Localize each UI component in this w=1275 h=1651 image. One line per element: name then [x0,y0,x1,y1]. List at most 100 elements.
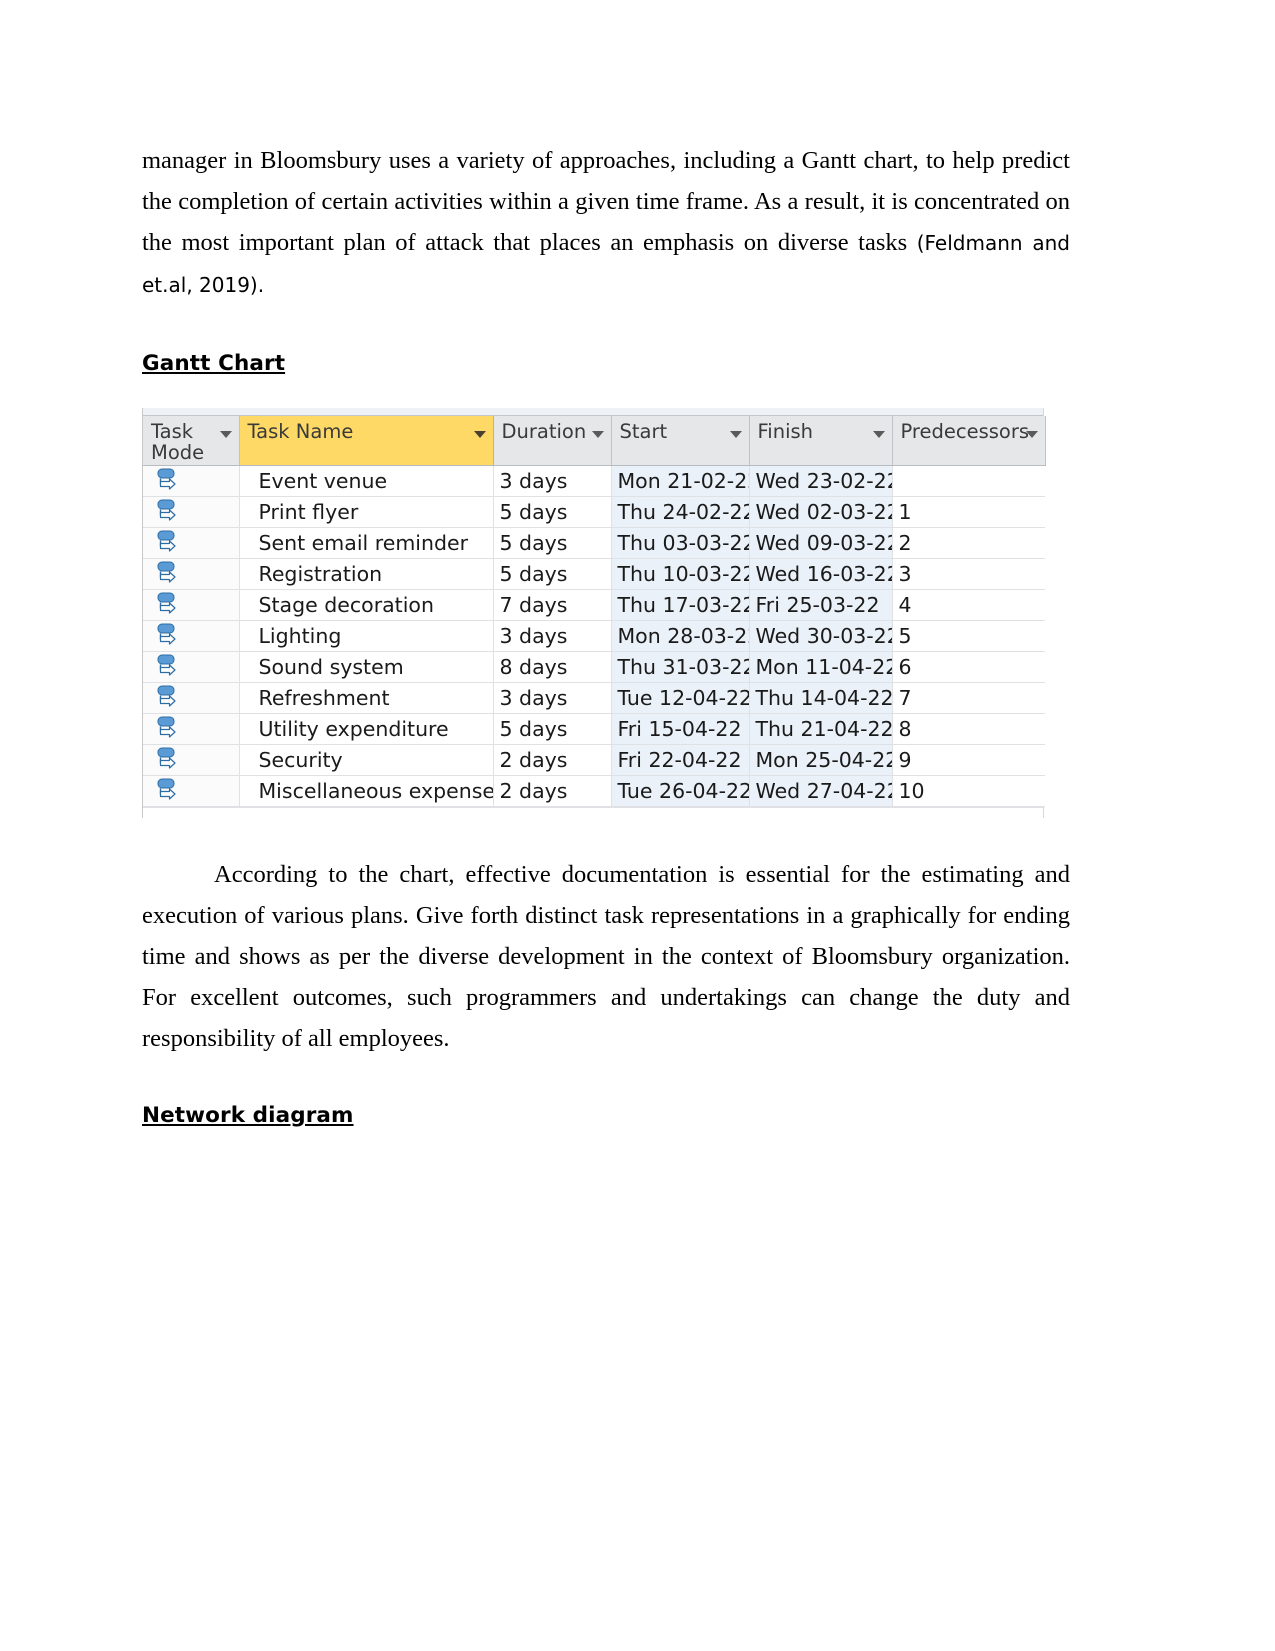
cell-duration[interactable]: 8 days [493,651,612,683]
table-row[interactable]: Miscellaneous expenses 2 days Tue 26-04-22… [143,775,1045,807]
heading-network-diagram: Network diagram [142,1102,354,1128]
cell-start[interactable]: Thu 17-03-22 [611,589,750,621]
cell-finish[interactable]: Mon 25-04-22 [749,744,893,776]
cell-duration[interactable]: 5 days [493,527,612,559]
cell-duration[interactable]: 7 days [493,589,612,621]
paragraph-intro: manager in Bloomsbury uses a variety of … [142,0,1070,306]
cell-duration[interactable]: 3 days [493,465,612,497]
cell-task-mode[interactable] [143,651,240,683]
cell-finish[interactable]: Wed 02-03-22 [749,496,893,528]
cell-predecessors[interactable]: 10 [892,775,1045,807]
cell-task-mode[interactable] [143,744,240,776]
table-row[interactable]: Refreshment 3 days Tue 12-04-22 Thu 14-04-2… [143,682,1045,714]
cell-start[interactable]: Mon 21-02-22 [611,465,750,497]
cell-start[interactable]: Tue 26-04-22 [611,775,750,807]
cell-task-mode[interactable] [143,527,240,559]
heading-gantt-chart: Gantt Chart [142,351,286,376]
cell-predecessors[interactable] [892,465,1045,497]
cell-predecessors[interactable]: 1 [892,496,1045,528]
cell-task-name[interactable]: Stage decoration [239,589,494,621]
column-header-predecessors[interactable]: Predecessors [892,416,1046,466]
table-row[interactable]: Stage decoration 7 days Thu 17-03-22 Fri 25… [143,589,1045,621]
table-header-row: Task Mode Task Name Duration Start Finish Pre… [143,416,1046,466]
chevron-down-icon[interactable] [591,431,604,438]
column-header-finish[interactable]: Finish [749,416,893,466]
cell-task-name[interactable]: Security [239,744,494,776]
table-row[interactable]: Security 2 days Fri 22-04-22 Mon 25-04-22 9 [143,744,1045,776]
chevron-down-icon[interactable] [473,431,486,438]
chevron-down-icon[interactable] [729,431,742,438]
cell-duration[interactable]: 5 days [493,558,612,590]
column-header-name[interactable]: Task Name [239,416,494,466]
cell-start[interactable]: Fri 15-04-22 [611,713,750,745]
cell-task-mode[interactable] [143,558,240,590]
table-row[interactable]: Print flyer 5 days Thu 24-02-22 Wed 02-03-2… [143,496,1045,528]
gantt-chart-table-container: Task Mode Task Name Duration Start Finish Pre… [142,408,1046,818]
cell-start[interactable]: Thu 10-03-22 [611,558,750,590]
cell-task-name[interactable]: Print flyer [239,496,494,528]
cell-predecessors[interactable]: 4 [892,589,1045,621]
auto-schedule-icon [157,747,176,769]
cell-task-name[interactable]: Lighting [239,620,494,652]
cell-finish[interactable]: Wed 30-03-22 [749,620,893,652]
cell-predecessors[interactable]: 9 [892,744,1045,776]
cell-task-name[interactable]: Sound system [239,651,494,683]
cell-predecessors[interactable]: 6 [892,651,1045,683]
cell-predecessors[interactable]: 8 [892,713,1045,745]
cell-finish[interactable]: Thu 21-04-22 [749,713,893,745]
cell-start[interactable]: Mon 28-03-22 [611,620,750,652]
cell-finish[interactable]: Wed 16-03-22 [749,558,893,590]
cell-task-name[interactable]: Utility expenditure [239,713,494,745]
cell-duration[interactable]: 3 days [493,682,612,714]
cell-duration[interactable]: 2 days [493,775,612,807]
cell-duration[interactable]: 3 days [493,620,612,652]
cell-finish[interactable]: Wed 09-03-22 [749,527,893,559]
cell-task-mode[interactable] [143,465,240,497]
cell-task-mode[interactable] [143,775,240,807]
cell-duration[interactable]: 2 days [493,744,612,776]
cell-finish[interactable]: Wed 27-04-22 [749,775,893,807]
cell-start[interactable]: Thu 03-03-22 [611,527,750,559]
cell-duration[interactable]: 5 days [493,496,612,528]
table-row[interactable]: Sound system 8 days Thu 31-03-22 Mon 11-04-… [143,651,1045,683]
cell-predecessors[interactable]: 5 [892,620,1045,652]
auto-schedule-icon [157,499,176,521]
column-header-start[interactable]: Start [611,416,750,466]
cell-start[interactable]: Thu 31-03-22 [611,651,750,683]
cell-task-name[interactable]: Sent email reminder [239,527,494,559]
cell-start[interactable]: Thu 24-02-22 [611,496,750,528]
cell-predecessors[interactable]: 2 [892,527,1045,559]
cell-task-name[interactable]: Miscellaneous expenses [239,775,494,807]
cell-task-name[interactable]: Registration [239,558,494,590]
auto-schedule-icon [157,623,176,645]
table-row[interactable]: Registration 5 days Thu 10-03-22 Wed 16-03-… [143,558,1045,590]
chevron-down-icon[interactable] [872,431,885,438]
cell-task-mode[interactable] [143,620,240,652]
chevron-down-icon[interactable] [219,431,232,438]
cell-finish[interactable]: Mon 11-04-22 [749,651,893,683]
cell-task-name[interactable]: Event venue [239,465,494,497]
column-header-mode[interactable]: Task Mode [143,416,240,466]
auto-schedule-icon [157,468,176,490]
table-row[interactable]: Lighting 3 days Mon 28-03-22 Wed 30-03-22 5 [143,620,1045,652]
chevron-down-icon[interactable] [1025,431,1038,438]
cell-task-mode[interactable] [143,682,240,714]
table-row[interactable]: Sent email reminder 5 days Thu 03-03-22 Wed… [143,527,1045,559]
cell-finish[interactable]: Fri 25-03-22 [749,589,893,621]
cell-start[interactable]: Tue 12-04-22 [611,682,750,714]
cell-predecessors[interactable]: 3 [892,558,1045,590]
cell-task-name[interactable]: Refreshment [239,682,494,714]
column-header-duration[interactable]: Duration [493,416,612,466]
cell-finish[interactable]: Thu 14-04-22 [749,682,893,714]
table-row[interactable]: Event venue 3 days Mon 21-02-22 Wed 23-02-2… [143,465,1045,497]
cell-task-mode[interactable] [143,713,240,745]
cell-duration[interactable]: 5 days [493,713,612,745]
cell-predecessors[interactable]: 7 [892,682,1045,714]
cell-task-mode[interactable] [143,496,240,528]
cell-task-mode[interactable] [143,589,240,621]
column-header-label-finish: Finish [757,420,814,443]
cell-finish[interactable]: Wed 23-02-22 [749,465,893,497]
table-row[interactable]: Utility expenditure 5 days Fri 15-04-22 Thu… [143,713,1045,745]
table-body: Event venue 3 days Mon 21-02-22 Wed 23-02-2… [143,465,1045,807]
cell-start[interactable]: Fri 22-04-22 [611,744,750,776]
